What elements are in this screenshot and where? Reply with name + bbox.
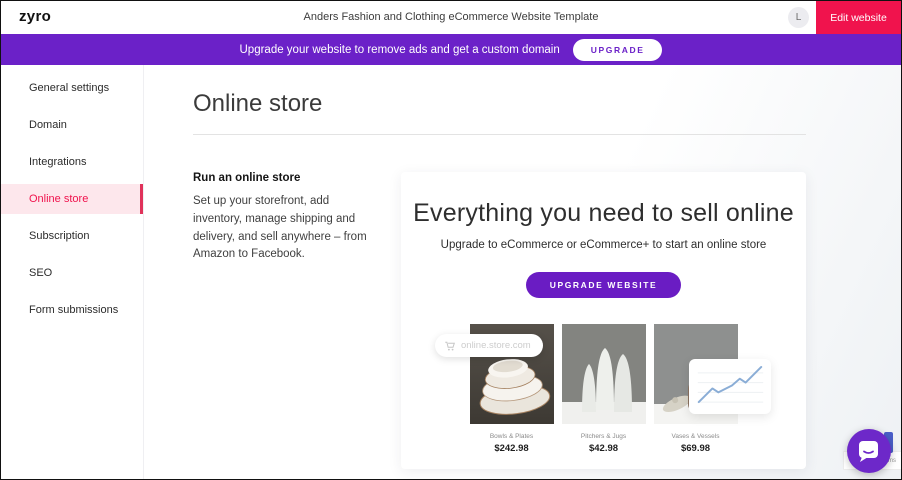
settings-sidebar: General settings Domain Integrations Onl… [1,65,144,479]
line-chart-icon [689,359,771,414]
product-name: Vases & Vessels [654,433,738,440]
sidebar-item-subscription[interactable]: Subscription [1,221,143,251]
sidebar-item-domain[interactable]: Domain [1,110,143,140]
banner-text: Upgrade your website to remove ads and g… [240,44,560,56]
upgrade-banner: Upgrade your website to remove ads and g… [1,34,901,65]
sidebar-item-seo[interactable]: SEO [1,258,143,288]
chat-icon [856,438,882,464]
main-content: Online store Run an online store Set up … [144,65,901,479]
upgrade-website-button[interactable]: UPGRADE WEBSITE [526,272,682,298]
intro-description: Set up your storefront, add inventory, m… [193,193,378,264]
chat-launcher-button[interactable] [847,429,891,473]
product-price: $42.98 [562,443,646,454]
sidebar-item-online-store[interactable]: Online store [1,184,143,214]
browser-url-pill: online.store.com [435,334,543,357]
product-card: Pitchers & Jugs $42.98 [562,324,646,454]
top-bar: zyro Anders Fashion and Clothing eCommer… [1,1,901,34]
cart-icon [444,340,456,352]
avatar[interactable]: L [788,7,809,28]
product-name: Pitchers & Jugs [562,433,646,440]
sidebar-item-integrations[interactable]: Integrations [1,147,143,177]
product-price: $242.98 [470,443,554,454]
browser-url-text: online.store.com [461,340,531,351]
ecommerce-upsell-card: Everything you need to sell online Upgra… [401,172,806,469]
intro-heading: Run an online store [193,172,378,184]
sidebar-item-form-submissions[interactable]: Form submissions [1,295,143,325]
sidebar-item-general-settings[interactable]: General settings [1,73,143,103]
product-image-pitchers [562,324,646,424]
content-row: Run an online store Set up your storefro… [193,172,901,469]
edit-website-button[interactable]: Edit website [816,1,901,34]
title-divider [193,134,806,135]
sales-mini-chart [689,359,771,414]
product-price: $69.98 [654,443,738,454]
site-title: Anders Fashion and Clothing eCommerce We… [1,11,901,23]
intro-column: Run an online store Set up your storefro… [193,172,378,469]
page-title: Online store [193,90,901,118]
app-window: zyro Anders Fashion and Clothing eCommer… [0,0,902,480]
card-heading: Everything you need to sell online [401,199,806,228]
banner-upgrade-button[interactable]: UPGRADE [573,39,663,61]
product-name: Bowls & Plates [470,433,554,440]
card-subheading: Upgrade to eCommerce or eCommerce+ to st… [401,239,806,251]
